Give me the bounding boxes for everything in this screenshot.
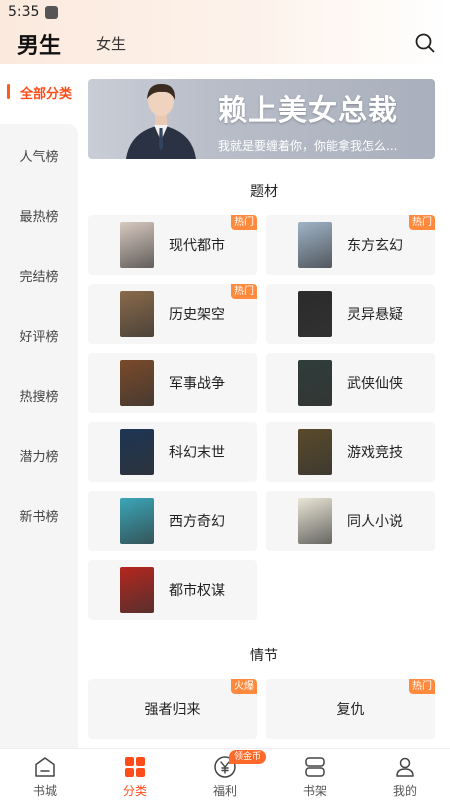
character-illustration [126,83,196,159]
sidebar-item-label: 最热榜 [19,210,59,225]
search-button[interactable] [413,31,437,55]
bookshelf-icon [305,757,325,777]
sidebar-item-label: 潜力榜 [19,450,59,465]
banner-subtitle: 我就是要缠着你，你能拿我怎么... [218,139,398,153]
nav-label: 福利 [212,784,237,798]
status-bar: 5:35 [0,0,450,24]
genre-card[interactable]: 西方奇幻 [88,491,257,551]
nav-label: 书城 [32,784,57,798]
banner-title: 赖上美女总裁 [218,93,399,127]
genre-name: 现代都市 [169,238,225,254]
category-icon [125,757,145,777]
genre-card[interactable]: 历史架空 热门 [88,284,257,344]
genre-card[interactable]: 同人小说 [266,491,435,551]
tab-female[interactable]: 女生 [96,33,126,54]
genre-card[interactable]: 游戏竞技 [266,422,435,482]
nav-label: 我的 [392,784,417,798]
genre-name: 同人小说 [347,514,403,530]
genre-name: 东方玄幻 [347,238,403,254]
book-cover-image [120,291,154,337]
genre-name: 都市权谋 [169,583,225,599]
book-cover-image [120,498,154,544]
genre-card[interactable]: 军事战争 [88,353,257,413]
plot-card[interactable]: 强者归来 火爆 [88,679,257,739]
active-indicator [7,84,10,99]
hot-badge: 热门 [231,284,257,299]
nav-bookstore[interactable]: 书城 [0,749,90,800]
bottom-nav: 书城 分类 领金币 福利 书架 我的 [0,748,450,800]
nav-label: 分类 [122,784,147,798]
search-icon [415,33,435,53]
plot-name: 复仇 [336,702,365,718]
book-cover-image [298,222,332,268]
bookstore-icon [35,757,55,777]
hot-badge: 热门 [231,215,257,230]
hot-badge: 火爆 [231,679,257,694]
sidebar-item-hottest[interactable]: 最热榜 [0,206,78,225]
sidebar-item-new-books[interactable]: 新书榜 [0,506,78,525]
nav-profile[interactable]: 我的 [360,749,450,800]
tab-male[interactable]: 男生 [17,28,61,60]
category-content: 赖上美女总裁 我就是要缠着你，你能拿我怎么... 题材 现代都市 热门 东方玄幻 热门… [78,64,450,748]
sidebar-item-label: 人气榜 [19,150,59,165]
plot-card[interactable]: 复仇 热门 [266,679,435,739]
book-cover-image [298,291,332,337]
sidebar-item-label: 完结榜 [19,270,59,285]
promo-banner[interactable]: 赖上美女总裁 我就是要缠着你，你能拿我怎么... [88,79,435,159]
sidebar-item-label: 好评榜 [19,330,59,345]
user-icon [396,757,414,777]
plot-name: 强者归来 [144,702,201,718]
status-time: 5:35 [8,4,40,20]
book-cover-image [120,567,154,613]
category-sidebar: 全部分类 人气榜 最热榜 完结榜 好评榜 热搜榜 潜力榜 新书榜 [0,64,78,748]
notification-icon [45,5,59,19]
genre-name: 历史架空 [169,307,225,323]
genre-name: 西方奇幻 [169,514,225,530]
book-cover-image [120,360,154,406]
sidebar-item-hot-search[interactable]: 热搜榜 [0,386,78,405]
genre-name: 灵异悬疑 [347,307,403,323]
sidebar-item-top-rated[interactable]: 好评榜 [0,326,78,345]
genre-name: 军事战争 [169,376,225,392]
genre-name: 游戏竞技 [347,445,403,461]
genre-card[interactable]: 都市权谋 [88,560,257,620]
genre-card[interactable]: 武侠仙侠 [266,353,435,413]
genre-card[interactable]: 灵异悬疑 [266,284,435,344]
nav-bookshelf[interactable]: 书架 [270,749,360,800]
sidebar-item-completed[interactable]: 完结榜 [0,266,78,285]
book-cover-image [298,360,332,406]
top-header: 男生 女生 [0,24,450,64]
sidebar-item-label: 全部分类 [20,87,73,102]
section-title-plot: 情节 [250,648,278,664]
genre-name: 科幻末世 [169,445,225,461]
book-cover-image [120,222,154,268]
genre-card[interactable]: 现代都市 热门 [88,215,257,275]
hot-badge: 热门 [409,679,435,694]
genre-card[interactable]: 东方玄幻 热门 [266,215,435,275]
book-cover-image [298,429,332,475]
nav-label: 书架 [302,784,327,798]
ranking-list: 人气榜 最热榜 完结榜 好评榜 热搜榜 潜力榜 新书榜 [0,124,78,748]
gold-coin-badge: 领金币 [229,750,267,764]
section-title-genre: 题材 [250,184,278,200]
nav-category[interactable]: 分类 [90,749,180,800]
genre-card[interactable]: 科幻末世 [88,422,257,482]
sidebar-item-label: 新书榜 [19,510,59,525]
sidebar-item-popular[interactable]: 人气榜 [0,146,78,165]
genre-name: 武侠仙侠 [347,376,403,392]
hot-badge: 热门 [409,215,435,230]
book-cover-image [298,498,332,544]
nav-welfare[interactable]: 领金币 福利 [180,749,270,800]
book-cover-image [120,429,154,475]
sidebar-item-all[interactable]: 全部分类 [0,81,78,103]
sidebar-item-potential[interactable]: 潜力榜 [0,446,78,465]
sidebar-item-label: 热搜榜 [19,390,59,405]
